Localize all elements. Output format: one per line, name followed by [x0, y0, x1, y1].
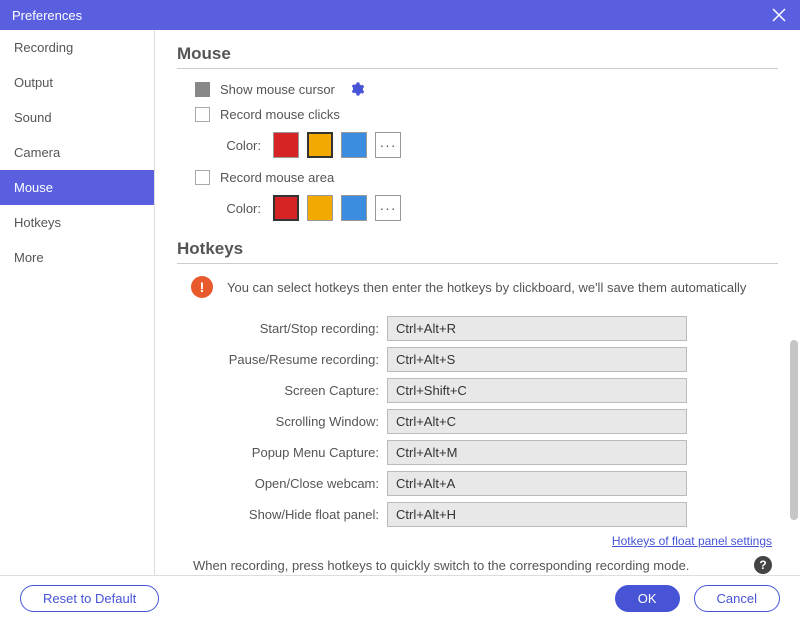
clicks-color-label: Color:: [221, 138, 261, 153]
hotkey-row: Show/Hide float panel:: [177, 502, 778, 527]
ok-button[interactable]: OK: [615, 585, 680, 612]
hotkeys-note-text: When recording, press hotkeys to quickly…: [193, 558, 754, 573]
hotkeys-note-row: When recording, press hotkeys to quickly…: [177, 556, 778, 574]
info-icon: !: [191, 276, 213, 298]
mouse-section-title: Mouse: [177, 44, 778, 69]
float-panel-settings-link[interactable]: Hotkeys of float panel settings: [612, 534, 772, 548]
hotkey-row: Open/Close webcam:: [177, 471, 778, 496]
window-title: Preferences: [12, 8, 82, 23]
show-cursor-label: Show mouse cursor: [220, 82, 335, 97]
hotkey-input[interactable]: [387, 316, 687, 341]
reset-default-button[interactable]: Reset to Default: [20, 585, 159, 612]
record-area-label: Record mouse area: [220, 170, 334, 185]
hotkey-label: Open/Close webcam:: [177, 476, 387, 491]
hotkey-row: Popup Menu Capture:: [177, 440, 778, 465]
clicks-color-orange[interactable]: [307, 132, 333, 158]
sidebar-item-sound[interactable]: Sound: [0, 100, 154, 135]
titlebar: Preferences: [0, 0, 800, 30]
area-color-orange[interactable]: [307, 195, 333, 221]
sidebar-item-output[interactable]: Output: [0, 65, 154, 100]
clicks-color-red[interactable]: [273, 132, 299, 158]
gear-icon: [349, 81, 365, 97]
help-icon[interactable]: ?: [754, 556, 772, 574]
clicks-color-more[interactable]: ···: [375, 132, 401, 158]
hotkeys-info-row: ! You can select hotkeys then enter the …: [191, 276, 778, 298]
hotkey-label: Scrolling Window:: [177, 414, 387, 429]
hotkey-label: Screen Capture:: [177, 383, 387, 398]
cancel-button[interactable]: Cancel: [694, 585, 780, 612]
content-pane: Mouse Show mouse cursor Record mouse cli…: [155, 30, 800, 575]
hotkey-row: Pause/Resume recording:: [177, 347, 778, 372]
scrollbar[interactable]: [790, 340, 798, 520]
clicks-color-row: Color: ···: [177, 132, 778, 158]
area-color-red[interactable]: [273, 195, 299, 221]
area-color-label: Color:: [221, 201, 261, 216]
clicks-color-blue[interactable]: [341, 132, 367, 158]
area-color-row: Color: ···: [177, 195, 778, 221]
hotkeys-section-title: Hotkeys: [177, 239, 778, 264]
record-area-checkbox[interactable]: [195, 170, 210, 185]
close-icon: [772, 8, 786, 22]
record-area-row: Record mouse area: [177, 170, 778, 185]
hotkey-input[interactable]: [387, 378, 687, 403]
sidebar-item-hotkeys[interactable]: Hotkeys: [0, 205, 154, 240]
hotkey-row: Start/Stop recording:: [177, 316, 778, 341]
show-cursor-checkbox[interactable]: [195, 82, 210, 97]
hotkey-row: Scrolling Window:: [177, 409, 778, 434]
sidebar-item-recording[interactable]: Recording: [0, 30, 154, 65]
hotkey-input[interactable]: [387, 347, 687, 372]
area-color-more[interactable]: ···: [375, 195, 401, 221]
hotkeys-info-text: You can select hotkeys then enter the ho…: [227, 280, 746, 295]
sidebar: Recording Output Sound Camera Mouse Hotk…: [0, 30, 155, 575]
float-panel-link-row: Hotkeys of float panel settings: [177, 533, 778, 548]
hotkey-label: Show/Hide float panel:: [177, 507, 387, 522]
record-clicks-row: Record mouse clicks: [177, 107, 778, 122]
area-color-blue[interactable]: [341, 195, 367, 221]
hotkey-label: Start/Stop recording:: [177, 321, 387, 336]
hotkey-input[interactable]: [387, 471, 687, 496]
hotkey-input[interactable]: [387, 409, 687, 434]
hotkey-label: Pause/Resume recording:: [177, 352, 387, 367]
cursor-settings-button[interactable]: [349, 81, 365, 97]
show-cursor-row: Show mouse cursor: [177, 81, 778, 97]
hotkey-input[interactable]: [387, 502, 687, 527]
record-clicks-label: Record mouse clicks: [220, 107, 340, 122]
hotkey-row: Screen Capture:: [177, 378, 778, 403]
hotkey-label: Popup Menu Capture:: [177, 445, 387, 460]
sidebar-item-more[interactable]: More: [0, 240, 154, 275]
close-button[interactable]: [770, 6, 788, 24]
hotkey-input[interactable]: [387, 440, 687, 465]
footer: Reset to Default OK Cancel: [0, 575, 800, 620]
sidebar-item-mouse[interactable]: Mouse: [0, 170, 154, 205]
record-clicks-checkbox[interactable]: [195, 107, 210, 122]
sidebar-item-camera[interactable]: Camera: [0, 135, 154, 170]
